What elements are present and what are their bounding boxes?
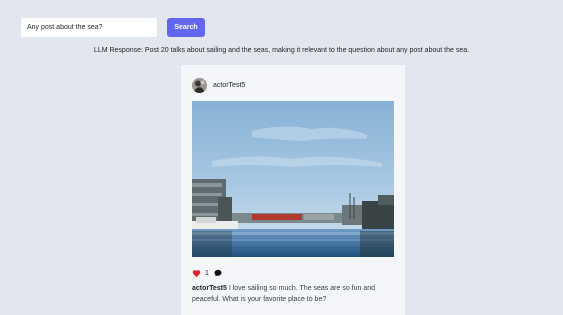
heart-icon[interactable] [192, 269, 201, 278]
avatar[interactable] [192, 77, 207, 93]
llm-response-text: LLM Response: Post 20 talks about sailin… [93, 47, 470, 54]
post-image [192, 101, 394, 257]
search-input[interactable] [21, 18, 157, 37]
post-actions: 1 [192, 268, 222, 278]
search-button[interactable]: Search [167, 18, 205, 37]
post-card: actorTest5 1 actorTest5 I love sailing s… [181, 65, 405, 315]
like-count: 1 [205, 269, 209, 277]
post-username[interactable]: actorTest5 [213, 82, 245, 89]
caption-username[interactable]: actorTest5 [192, 285, 227, 292]
comment-icon[interactable] [214, 269, 222, 277]
post-header: actorTest5 [192, 77, 245, 93]
post-caption: actorTest5 I love sailing so much. The s… [192, 283, 392, 305]
